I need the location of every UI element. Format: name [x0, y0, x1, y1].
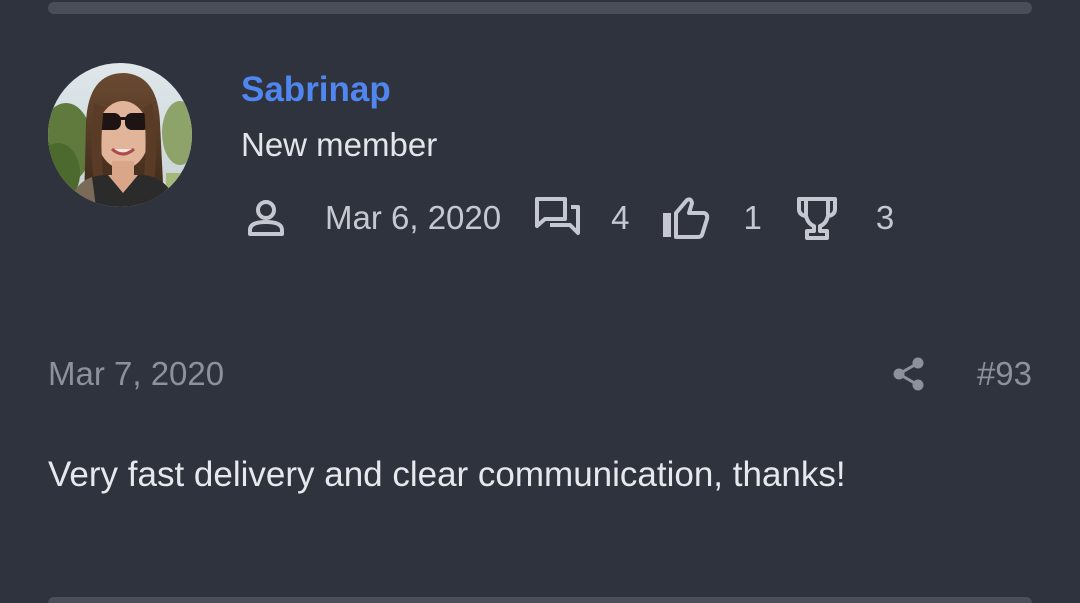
share-icon[interactable] [890, 355, 928, 393]
top-divider [48, 2, 1032, 14]
post-number-link[interactable]: #93 [968, 354, 1032, 394]
user-stats: Mar 6, 2020 4 1 3 [243, 193, 894, 243]
reaction-count: 1 [743, 199, 762, 236]
post-date[interactable]: Mar 7, 2020 [48, 354, 224, 394]
points-count: 3 [875, 199, 895, 236]
bottom-divider [48, 597, 1032, 603]
post-container: Sabrinap New member Mar 6, 2020 4 1 3 Ma… [0, 0, 1080, 603]
thumbs-up-icon [659, 195, 711, 241]
post-body: Very fast delivery and clear communicati… [48, 455, 846, 494]
avatar[interactable] [48, 63, 192, 207]
person-icon [243, 197, 289, 239]
user-title: New member [241, 126, 438, 163]
joined-date: Mar 6, 2020 [325, 199, 502, 236]
messages-icon [533, 195, 583, 241]
username-link[interactable]: Sabrinap [241, 70, 391, 110]
message-count: 4 [611, 199, 630, 236]
trophy-icon [794, 195, 840, 241]
